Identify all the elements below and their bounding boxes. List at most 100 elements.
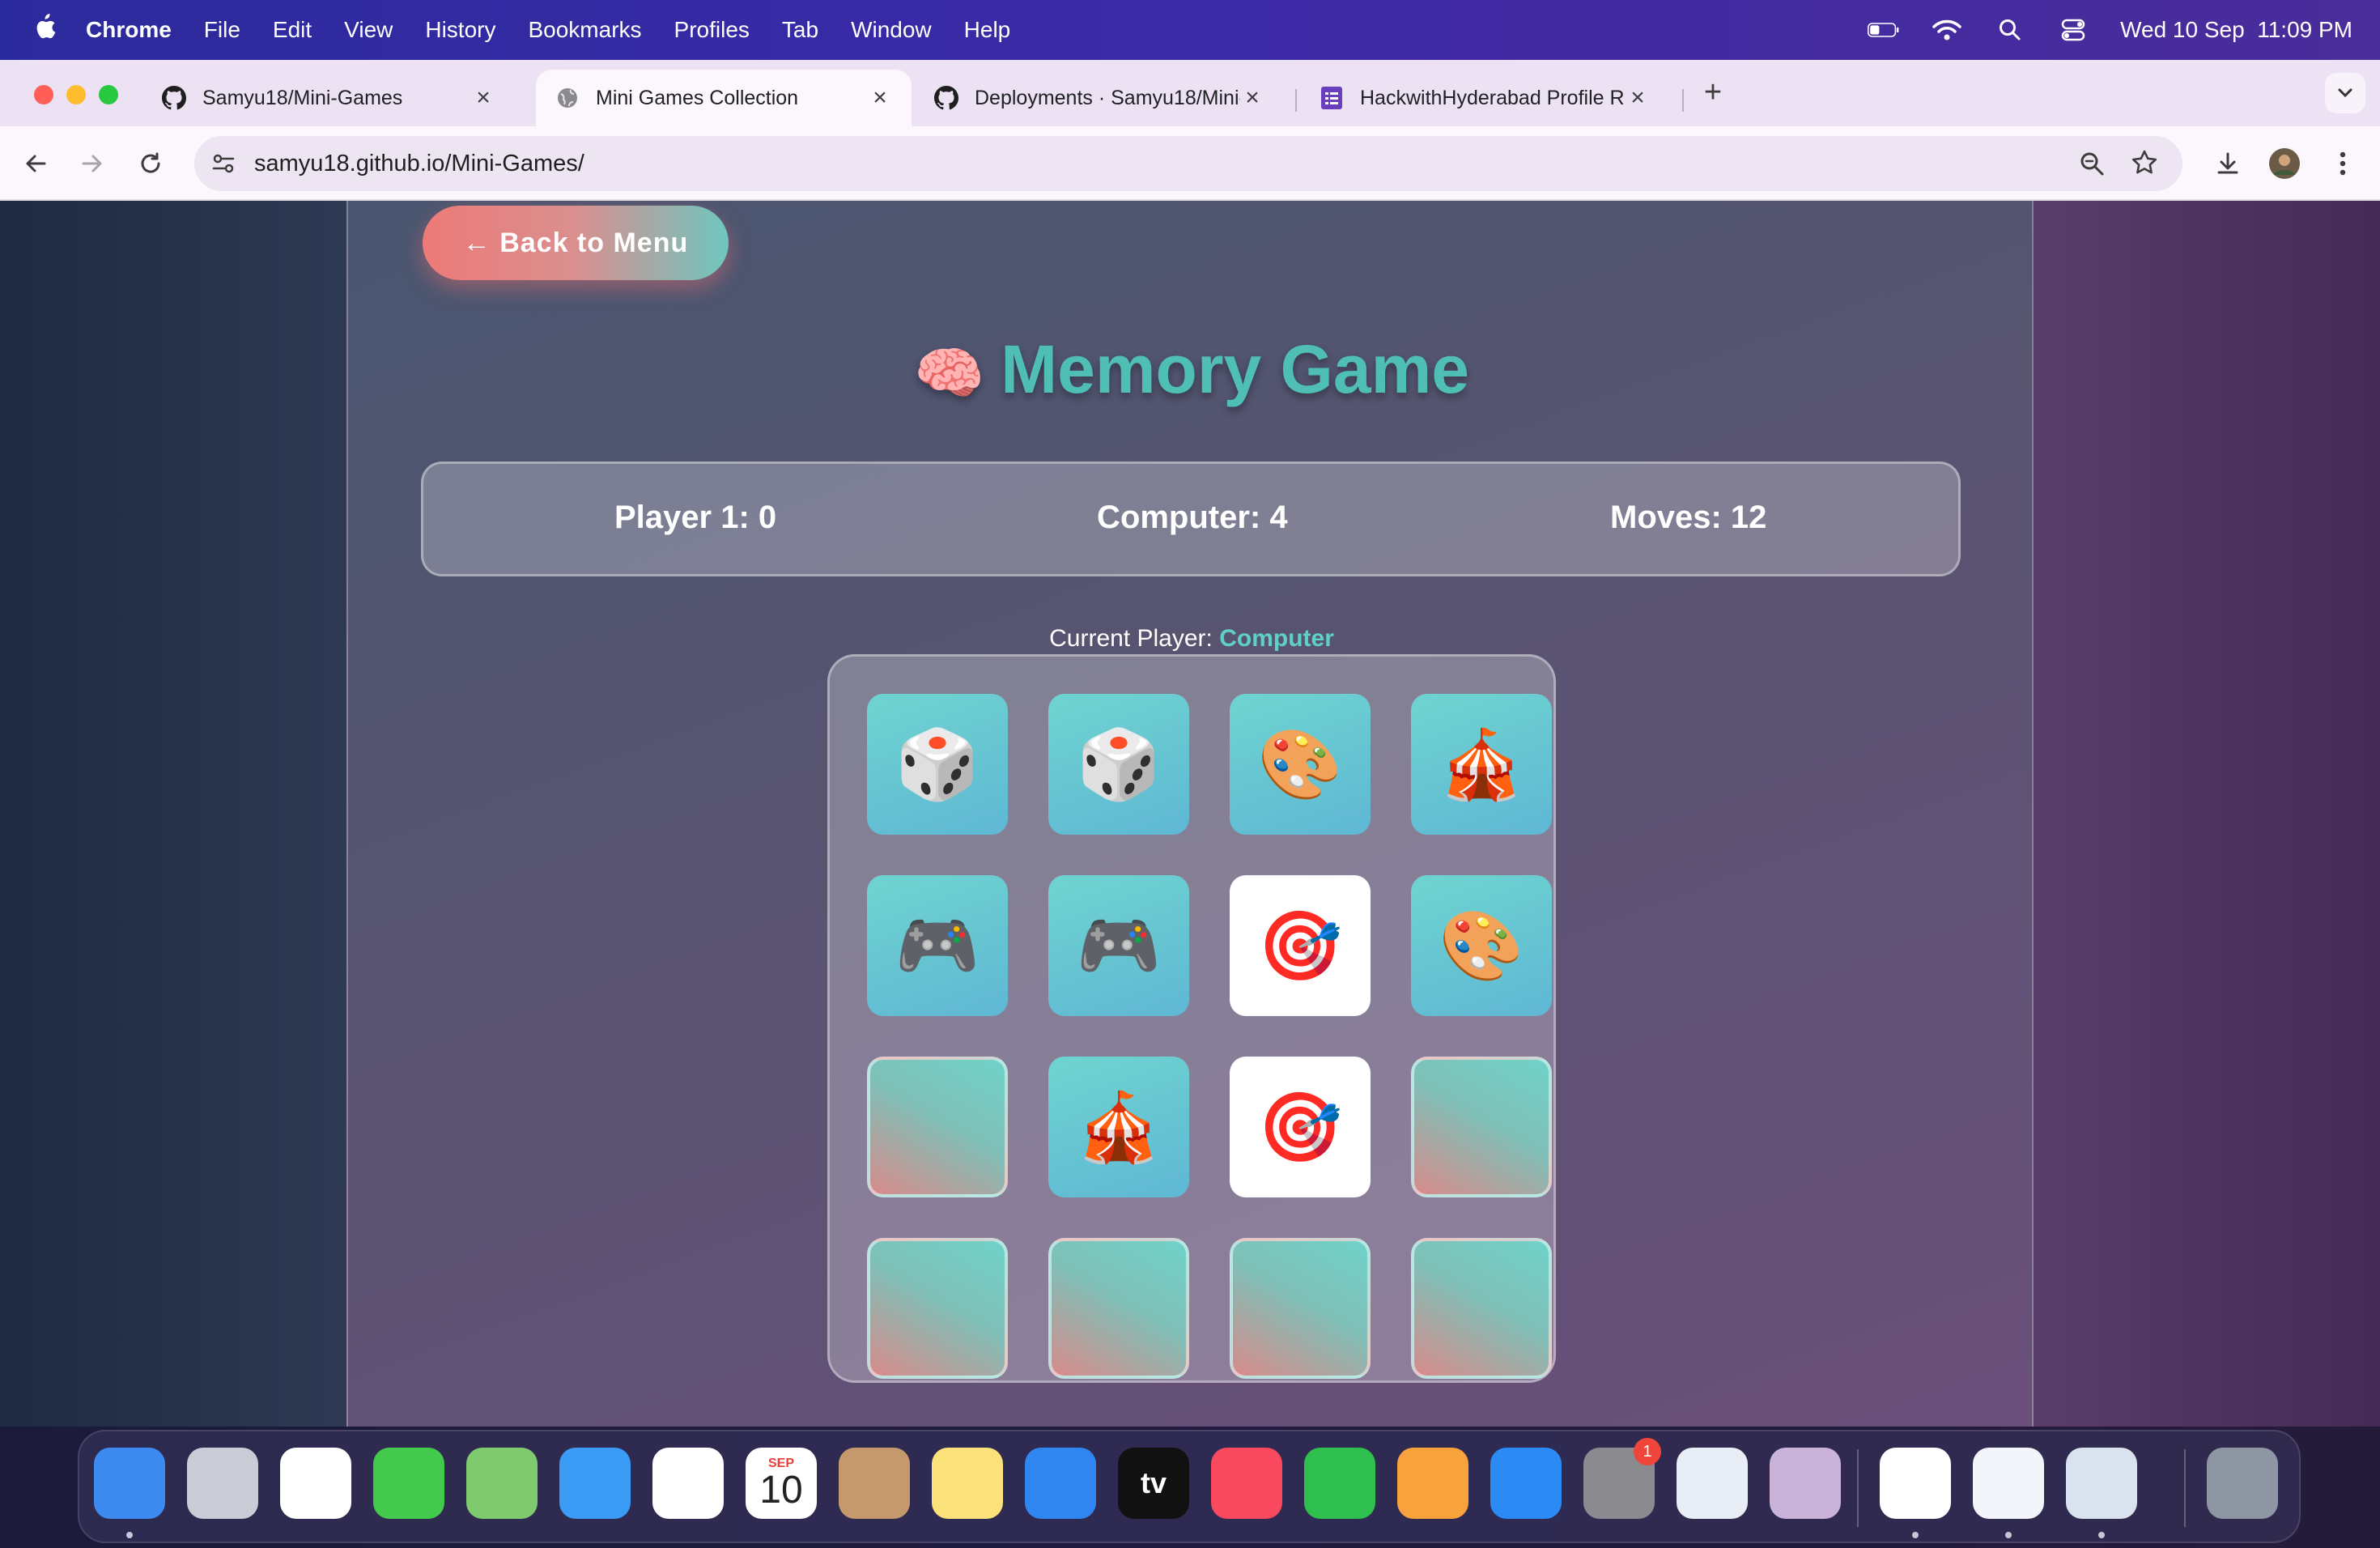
menu-bookmarks[interactable]: Bookmarks — [528, 17, 641, 43]
memory-card-hidden[interactable] — [867, 1057, 1008, 1197]
tab-title: Mini Games Collection — [596, 86, 799, 109]
bookmark-star-icon[interactable] — [2131, 149, 2160, 178]
back-to-menu-button[interactable]: ← Back to Menu — [423, 206, 729, 280]
contacts-icon[interactable] — [839, 1448, 910, 1519]
music-icon[interactable] — [1211, 1448, 1282, 1519]
vscode-icon[interactable] — [1973, 1448, 2044, 1519]
tab-close-icon[interactable]: × — [1240, 84, 1264, 112]
messages-icon[interactable] — [373, 1448, 444, 1519]
calendar-day: 10 — [759, 1469, 803, 1512]
memory-card-matched[interactable]: 🎨 — [1411, 875, 1552, 1016]
menu-view[interactable]: View — [344, 17, 393, 43]
menu-window[interactable]: Window — [851, 17, 932, 43]
memory-card-revealed[interactable]: 🎯 — [1230, 875, 1371, 1016]
tab-close-icon[interactable]: × — [471, 84, 495, 112]
control-center-icon[interactable] — [2057, 18, 2089, 42]
safari-icon[interactable] — [1677, 1448, 1748, 1519]
menu-profiles[interactable]: Profiles — [674, 17, 750, 43]
menu-app-name[interactable]: Chrome — [86, 17, 172, 43]
card-grid: 🎲 🎲 🎨 🎪 🎮 🎮 🎯 🎨 🎪 🎯 — [827, 654, 1556, 1383]
memory-card-matched[interactable]: 🎮 — [867, 875, 1008, 1016]
notes-icon[interactable] — [932, 1448, 1003, 1519]
photos-icon[interactable] — [652, 1448, 724, 1519]
download-icon[interactable] — [2210, 146, 2246, 181]
address-bar[interactable]: samyu18.github.io/Mini-Games/ — [194, 136, 2182, 191]
iphone-mirroring-icon[interactable] — [1770, 1448, 1841, 1519]
memory-card-hidden[interactable] — [1230, 1238, 1371, 1379]
moves-counter: Moves: 12 — [1610, 500, 1767, 535]
computer-score: Computer: 4 — [1097, 500, 1288, 535]
maps-icon[interactable] — [466, 1448, 538, 1519]
window-minimize-button[interactable] — [66, 85, 86, 104]
menu-file[interactable]: File — [204, 17, 240, 43]
app-store-icon[interactable] — [1490, 1448, 1562, 1519]
site-info-tune-icon[interactable] — [209, 149, 238, 178]
preview-icon[interactable] — [2066, 1448, 2137, 1519]
window-zoom-button[interactable] — [99, 85, 118, 104]
url-host: samyu18.github.io — [254, 150, 445, 176]
apple-menu-icon[interactable] — [32, 13, 57, 48]
memory-card-hidden[interactable] — [1411, 1238, 1552, 1379]
finder-icon[interactable] — [94, 1448, 165, 1519]
memory-card-matched[interactable]: 🎪 — [1048, 1057, 1189, 1197]
system-settings-icon[interactable]: 1 — [1583, 1438, 1661, 1519]
menu-tab[interactable]: Tab — [782, 17, 818, 43]
back-arrow-icon[interactable] — [18, 146, 53, 181]
tab-mini-games-collection[interactable]: Mini Games Collection × — [536, 70, 912, 126]
memory-card-matched[interactable]: 🎮 — [1048, 875, 1189, 1016]
tab-close-icon[interactable]: × — [1626, 84, 1650, 112]
more-options-kebab-icon[interactable] — [2325, 146, 2361, 181]
tab-search-chevron-down-icon[interactable] — [2325, 73, 2365, 113]
browser-toolbar: samyu18.github.io/Mini-Games/ — [0, 126, 2380, 201]
game-container: ← Back to Menu 🧠 Memory Game Player 1: 0 … — [346, 201, 2034, 1427]
running-indicator — [2005, 1532, 2012, 1538]
wifi-icon[interactable] — [1931, 18, 1963, 42]
scoreboard: Player 1: 0 Computer: 4 Moves: 12 — [421, 461, 1961, 576]
macos-menu-bar: Chrome File Edit View History Bookmarks … — [0, 0, 2380, 60]
launchpad-icon[interactable] — [187, 1448, 258, 1519]
brain-icon: 🧠 — [913, 342, 985, 405]
battery-icon[interactable] — [1868, 18, 1900, 42]
mail-icon[interactable] — [559, 1448, 631, 1519]
tab-hackwithhyderabad[interactable]: HackwithHyderabad Profile R × — [1300, 70, 1669, 126]
memory-card-matched[interactable]: 🎲 — [867, 694, 1008, 835]
spotlight-search-icon[interactable] — [1994, 18, 2026, 42]
reminders-icon[interactable] — [280, 1448, 351, 1519]
reload-icon[interactable] — [133, 146, 168, 181]
card-emoji: 🎲 — [1076, 726, 1162, 802]
forward-arrow-icon[interactable] — [74, 146, 110, 181]
calendar-icon[interactable]: SEP 10 — [746, 1448, 817, 1519]
page-title: Memory Game — [1001, 331, 1470, 407]
memory-card-matched[interactable]: 🎲 — [1048, 694, 1189, 835]
chrome-icon[interactable] — [1880, 1448, 1951, 1519]
pages-icon[interactable] — [1397, 1448, 1468, 1519]
url-path: /Mini-Games/ — [444, 150, 584, 176]
memory-card-hidden[interactable] — [1048, 1238, 1189, 1379]
page-viewport: ← Back to Menu 🧠 Memory Game Player 1: 0 … — [0, 201, 2380, 1427]
memory-card-hidden[interactable] — [1411, 1057, 1552, 1197]
tab-deployments[interactable]: Deployments · Samyu18/Mini- × — [915, 70, 1284, 126]
trash-icon[interactable] — [2207, 1448, 2278, 1519]
window-close-button[interactable] — [34, 85, 53, 104]
menu-edit[interactable]: Edit — [273, 17, 312, 43]
card-emoji: 🎪 — [1439, 726, 1524, 802]
memory-card-hidden[interactable] — [867, 1238, 1008, 1379]
numbers-icon[interactable] — [1304, 1448, 1375, 1519]
zoom-magnifier-icon[interactable] — [2079, 151, 2106, 178]
new-tab-plus-icon[interactable]: + — [1697, 76, 1729, 108]
menu-help[interactable]: Help — [964, 17, 1011, 43]
tab-samyu18-mini-games[interactable]: Samyu18/Mini-Games × — [142, 70, 515, 126]
card-emoji: 🎨 — [1439, 908, 1524, 984]
card-emoji: 🎨 — [1257, 726, 1343, 802]
card-emoji: 🎲 — [895, 726, 980, 802]
running-indicator — [126, 1532, 133, 1538]
memory-card-matched[interactable]: 🎨 — [1230, 694, 1371, 835]
menu-history[interactable]: History — [425, 17, 495, 43]
apple-tv-icon[interactable]: tv — [1118, 1448, 1189, 1519]
profile-avatar[interactable] — [2267, 146, 2302, 181]
keynote-icon[interactable] — [1025, 1448, 1096, 1519]
memory-card-matched[interactable]: 🎪 — [1411, 694, 1552, 835]
tab-close-icon[interactable]: × — [868, 84, 892, 112]
clock[interactable]: Wed 10 Sep 11:09 PM — [2120, 17, 2352, 43]
memory-card-revealed[interactable]: 🎯 — [1230, 1057, 1371, 1197]
